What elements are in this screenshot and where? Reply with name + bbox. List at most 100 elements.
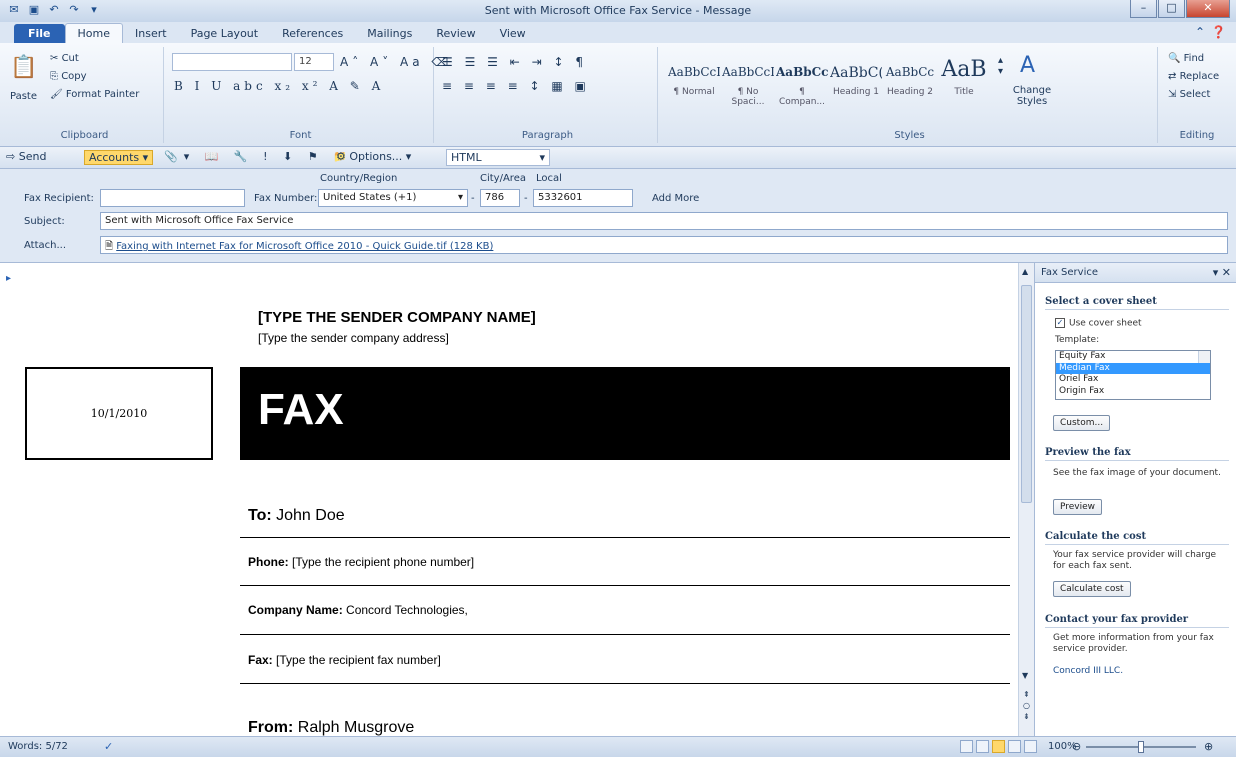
view-buttons: [960, 740, 1037, 753]
view-print-layout[interactable]: [960, 740, 973, 753]
add-more-link[interactable]: Add More: [652, 193, 699, 204]
date-box[interactable]: 10/1/2010: [25, 367, 213, 460]
scroll-up-icon[interactable]: ▲: [1022, 267, 1028, 276]
layout-options-icon[interactable]: ▸: [6, 273, 11, 284]
country-select[interactable]: United States (+1) ▾: [318, 189, 468, 207]
font-size-box[interactable]: 12: [294, 53, 334, 71]
tab-references[interactable]: References: [270, 24, 355, 43]
paragraph-group: ☰ ☰ ☰ ⇤ ⇥ ↕ ¶ ≡ ≡ ≡ ≡ ↕ ▦ ▣ Paragraph: [438, 47, 658, 143]
font-format-icons[interactable]: B I U abc x₂ x² A ✎ A: [174, 79, 384, 93]
tab-page-layout[interactable]: Page Layout: [179, 24, 271, 43]
divider: [240, 537, 1010, 538]
view-full-screen[interactable]: [976, 740, 989, 753]
phone-line[interactable]: Phone: [Type the recipient phone number]: [248, 555, 474, 569]
to-line[interactable]: To: John Doe: [248, 507, 345, 525]
calculate-cost-button[interactable]: Calculate cost: [1053, 581, 1131, 597]
proofing-icon[interactable]: ✓: [104, 740, 113, 753]
scrollbar-thumb[interactable]: [1021, 285, 1032, 503]
format-select[interactable]: HTML ▾: [446, 149, 550, 166]
document-scrollbar[interactable]: ▲ ▼ ⇞ ○ ⇟: [1018, 263, 1034, 736]
minimize-button[interactable]: –: [1130, 0, 1157, 18]
select-icon: ⇲: [1168, 89, 1180, 100]
zoom-slider-thumb[interactable]: [1138, 741, 1144, 753]
tab-review[interactable]: Review: [424, 24, 487, 43]
font-name-box[interactable]: [172, 53, 292, 71]
word-count[interactable]: Words: 5/72: [8, 741, 68, 752]
city-area-input[interactable]: 786: [480, 189, 520, 207]
divider: [240, 683, 1010, 684]
view-outline[interactable]: [1008, 740, 1021, 753]
sender-company-name[interactable]: [TYPE THE SENDER COMPANY NAME]: [258, 309, 536, 326]
pane-controls[interactable]: ▾ ✕: [1213, 266, 1231, 279]
template-option[interactable]: Origin Fax: [1056, 386, 1210, 398]
list-icons[interactable]: ☰ ☰ ☰ ⇤ ⇥ ↕ ¶: [442, 55, 587, 69]
scroll-down-icon[interactable]: ▼: [1022, 671, 1028, 680]
provider-link[interactable]: Concord III LLC.: [1053, 666, 1223, 677]
format-painter-icon: 🖌: [50, 89, 66, 100]
maximize-button[interactable]: □: [1158, 0, 1185, 18]
style-heading-2[interactable]: AaBbCc Heading 2: [884, 51, 936, 109]
attachment-link[interactable]: Faxing with Internet Fax for Microsoft O…: [116, 241, 493, 252]
styles-scroll-icon[interactable]: ▴ ▾: [998, 55, 1003, 77]
fax-number-label: Fax Number:: [254, 193, 318, 204]
attach-button[interactable]: Attach...: [24, 240, 66, 251]
send-button[interactable]: ⇨ Send: [6, 150, 46, 163]
tab-insert[interactable]: Insert: [123, 24, 179, 43]
tab-home[interactable]: Home: [64, 23, 123, 43]
tab-view[interactable]: View: [488, 24, 538, 43]
cut-button[interactable]: ✂ Cut: [50, 53, 79, 64]
copy-button[interactable]: ⎘ Copy: [50, 71, 87, 82]
select-button[interactable]: ⇲ Select: [1168, 89, 1210, 100]
local-number-input[interactable]: 5332601: [533, 189, 633, 207]
style-heading-1[interactable]: AaBbC( Heading 1: [830, 51, 882, 109]
toolbar-icons[interactable]: 📎▾ 📖 🔧 ! ⬇ ⚑ 📁: [164, 150, 353, 163]
from-line[interactable]: From: Ralph Musgrove: [248, 719, 414, 736]
font-grow-shrink-icons[interactable]: A˄ A˅ Aa ⌫: [340, 55, 452, 69]
view-web-layout[interactable]: [992, 740, 1005, 753]
accounts-button[interactable]: Accounts ▾: [84, 150, 154, 165]
zoom-out-icon[interactable]: ⊖: [1072, 740, 1081, 753]
paste-button[interactable]: Paste: [10, 91, 37, 102]
copy-icon: ⎘: [50, 71, 62, 82]
subject-input[interactable]: Sent with Microsoft Office Fax Service: [100, 212, 1228, 230]
replace-button[interactable]: ⇄ Replace: [1168, 71, 1219, 82]
alignment-icons[interactable]: ≡ ≡ ≡ ≡ ↕ ▦ ▣: [442, 79, 590, 93]
style-normal[interactable]: AaBbCcDc ¶ Normal: [668, 51, 720, 109]
paste-icon[interactable]: 📋: [10, 55, 37, 80]
attachment-field[interactable]: 🗎 Faxing with Internet Fax for Microsoft…: [100, 236, 1228, 254]
company-line[interactable]: Company Name: Concord Technologies,: [248, 603, 468, 617]
zoom-in-icon[interactable]: ⊕: [1204, 740, 1213, 753]
browse-object-icons[interactable]: ⇞ ○ ⇟: [1023, 689, 1030, 722]
ribbon-help-area: ⌃ ❓: [1195, 25, 1226, 39]
template-option[interactable]: Oriel Fax: [1056, 374, 1210, 386]
style-company[interactable]: AaBbCc ¶ Compan...: [776, 51, 828, 109]
document-body[interactable]: ▸ [TYPE THE SENDER COMPANY NAME] [Type t…: [0, 263, 1018, 736]
find-button[interactable]: 🔍 Find: [1168, 53, 1204, 64]
sender-company-address[interactable]: [Type the sender company address]: [258, 331, 449, 345]
options-button[interactable]: ⚙ Options... ▾: [336, 150, 411, 163]
change-styles-button[interactable]: Change Styles: [1012, 85, 1052, 107]
listbox-scrollbar[interactable]: [1198, 351, 1210, 363]
template-option[interactable]: Equity Fax: [1056, 351, 1210, 363]
template-listbox[interactable]: Equity Fax Median Fax Oriel Fax Origin F…: [1055, 350, 1211, 400]
pane-title: Fax Service: [1041, 267, 1099, 278]
close-button[interactable]: ✕: [1186, 0, 1230, 18]
style-no-spacing[interactable]: AaBbCcDc ¶ No Spaci...: [722, 51, 774, 109]
minimize-ribbon-icon[interactable]: ⌃: [1195, 25, 1205, 39]
clipboard-group: 📋 Paste ✂ Cut ⎘ Copy 🖌 Format Painter Cl…: [6, 47, 164, 143]
preview-button[interactable]: Preview: [1053, 499, 1103, 515]
tab-file[interactable]: File: [14, 24, 65, 43]
custom-button[interactable]: Custom...: [1053, 415, 1111, 431]
template-label: Template:: [1055, 335, 1100, 345]
window-controls: – □ ✕: [1130, 0, 1230, 18]
template-option-selected[interactable]: Median Fax: [1056, 362, 1210, 374]
format-painter-button[interactable]: 🖌 Format Painter: [50, 89, 139, 100]
fax-line[interactable]: Fax: [Type the recipient fax number]: [248, 653, 441, 667]
tab-mailings[interactable]: Mailings: [355, 24, 424, 43]
style-title[interactable]: AaB Title: [938, 51, 990, 109]
help-icon[interactable]: ❓: [1211, 25, 1226, 39]
view-draft[interactable]: [1024, 740, 1037, 753]
fax-recipient-input[interactable]: [100, 189, 245, 207]
use-cover-checkbox[interactable]: ✓ Use cover sheet: [1055, 318, 1225, 330]
fax-service-pane: Fax Service ▾ ✕ Select a cover sheet ✓ Us…: [1034, 263, 1236, 736]
